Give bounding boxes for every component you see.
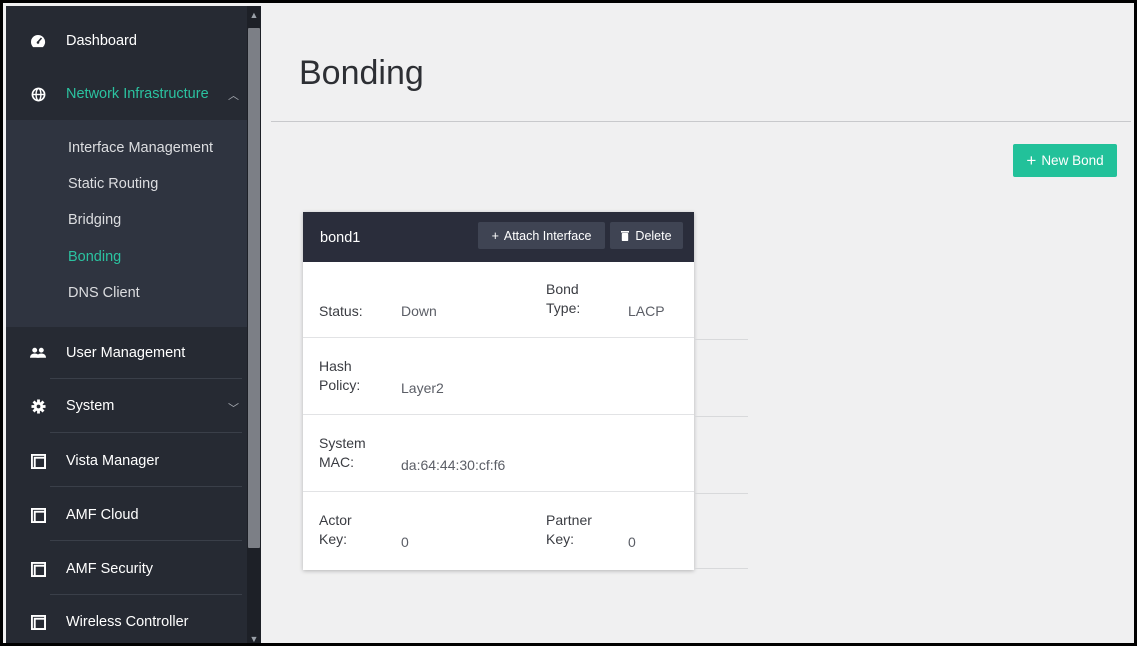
hash-policy-label-line1: Hash [319,358,352,374]
chevron-up-icon: ︿ [228,90,239,102]
bond-row-status: Status: Down Bond Type: LACP [303,262,694,338]
sidebar-item-label: AMF Security [66,561,154,577]
divider [50,594,242,595]
bond-type-label-line1: Bond [546,281,579,297]
sidebar-item-amf-cloud[interactable]: AMF Cloud [6,489,247,541]
window-icon [30,614,46,630]
sidebar-item-label: Wireless Controller [66,614,189,630]
system-mac-label-line1: System [319,435,366,451]
bond-name: bond1 [320,230,361,246]
scroll-down-icon[interactable]: ▼ [247,632,261,643]
partner-key-label-line1: Partner [546,512,592,528]
globe-icon [30,86,46,102]
sidebar-item-dashboard[interactable]: Dashboard [6,15,247,67]
bond-card-header: bond1 + Attach Interface Delete [303,212,694,262]
sidebar-item-label: System [66,398,115,414]
sidebar-scrollbar[interactable]: ▲ ▼ [247,6,261,643]
sidebar-item-label: Vista Manager [66,453,160,469]
sidebar-subitem-dns-client[interactable]: DNS Client [68,285,140,301]
sidebar-item-label: User Management [66,345,186,361]
attach-interface-label: Attach Interface [503,228,592,243]
trash-icon [621,230,630,241]
hash-policy-value: Layer2 [401,380,444,396]
delete-button[interactable]: Delete [610,222,683,249]
system-mac-label-line2: MAC: [319,454,354,470]
sidebar: Dashboard Network Infrastructure ︿ Inter… [6,6,261,643]
sidebar-subitem-bridging[interactable]: Bridging [68,212,121,228]
partner-key-value: 0 [628,534,636,550]
bond-row-hash-policy: Hash Policy: Layer2 [303,339,694,415]
divider [50,486,242,487]
new-bond-button[interactable]: + New Bond [1013,144,1117,177]
sidebar-subitem-interface-management[interactable]: Interface Management [68,140,213,156]
status-value: Down [401,303,437,319]
divider [271,121,1131,122]
sidebar-item-user-management[interactable]: User Management [6,327,247,379]
system-mac-value: da:64:44:30:cf:f6 [401,457,506,473]
sidebar-item-network-infrastructure[interactable]: Network Infrastructure ︿ [6,68,247,120]
sidebar-item-vista-manager[interactable]: Vista Manager [6,435,247,487]
scroll-up-icon[interactable]: ▲ [247,8,261,22]
hash-policy-label-line2: Policy: [319,377,361,393]
speedometer-icon [30,33,46,49]
status-label: Status: [319,303,363,319]
sidebar-item-label: Dashboard [66,33,137,49]
partner-key-label-line2: Key: [546,531,575,547]
plus-icon: + [1026,150,1037,170]
divider [694,416,748,417]
bond-card: bond1 + Attach Interface Delete Status: … [303,212,694,570]
new-bond-label: New Bond [1041,153,1104,168]
plus-icon: + [491,228,499,243]
divider [694,493,748,494]
app-window: Dashboard Network Infrastructure ︿ Inter… [0,0,1137,646]
divider [694,568,748,569]
divider [50,378,242,379]
bond-row-keys: Actor Key: 0 Partner Key: 0 [303,493,694,569]
sidebar-item-label: Network Infrastructure [66,86,209,102]
sidebar-subitem-bonding[interactable]: Bonding [68,249,121,265]
bond-type-value: LACP [628,303,665,319]
window-icon [30,507,46,523]
window-icon [30,453,46,469]
sidebar-item-system[interactable]: System ﹀ [6,380,247,432]
window-icon [30,561,46,577]
actor-key-label-line2: Key: [319,531,348,547]
chevron-down-icon: ﹀ [228,403,239,415]
attach-interface-button[interactable]: + Attach Interface [478,222,605,249]
delete-label: Delete [635,228,672,243]
gear-icon [30,398,46,414]
divider [50,432,242,433]
scrollbar-thumb[interactable] [248,28,260,548]
divider [50,540,242,541]
sidebar-item-wireless-controller[interactable]: Wireless Controller [6,596,247,643]
page-title: Bonding [299,54,424,92]
sidebar-subitem-static-routing[interactable]: Static Routing [68,176,158,192]
divider [694,339,748,340]
users-icon [30,345,46,361]
actor-key-value: 0 [401,534,409,550]
main-content: Bonding + New Bond bond1 + Attach Interf… [261,6,1131,640]
bond-row-system-mac: System MAC: da:64:44:30:cf:f6 [303,416,694,492]
sidebar-item-label: AMF Cloud [66,507,139,523]
network-submenu: Interface Management Static Routing Brid… [6,120,247,327]
actor-key-label-line1: Actor [319,512,352,528]
bond-type-label-line2: Type: [546,300,581,316]
sidebar-item-amf-security[interactable]: AMF Security [6,543,247,595]
